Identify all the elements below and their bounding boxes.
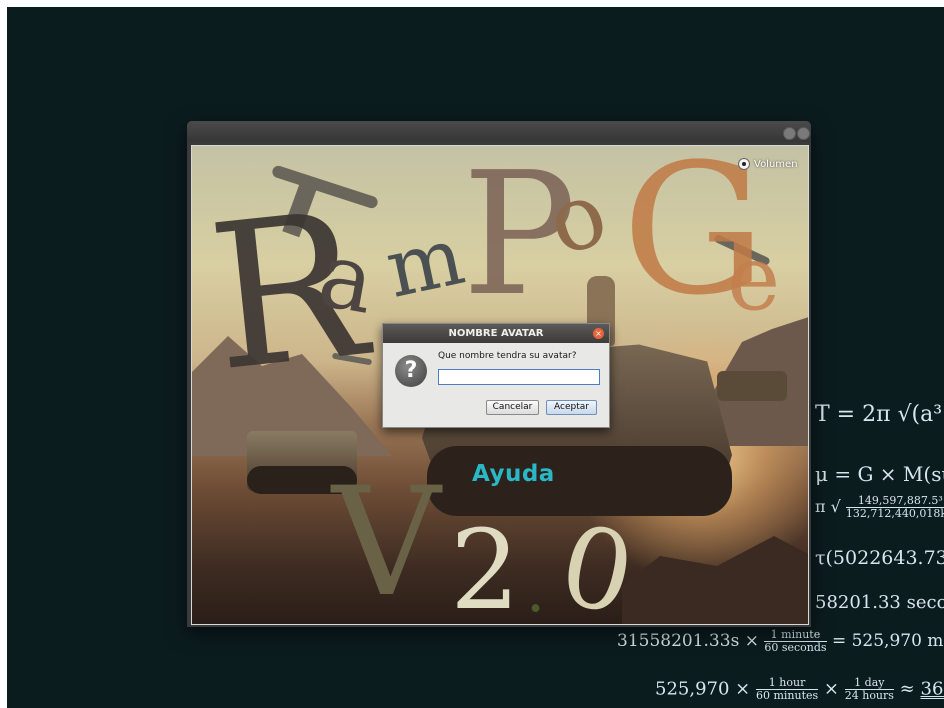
formula-days-result: 365.25: [920, 678, 944, 700]
logo-letter-e: e: [727, 226, 781, 331]
formula-substitution-prefix: π √: [815, 497, 841, 517]
dialog-message: Que nombre tendra su avatar?: [438, 351, 577, 361]
volume-label: Volumen: [754, 158, 798, 170]
volume-radio-icon[interactable]: [738, 158, 750, 170]
formula-minutes-right: = 525,970 minutes: [831, 631, 944, 652]
volume-toggle[interactable]: Volumen: [738, 158, 798, 170]
formula-days: 525,970 × 1 hour 60 minutes × 1 day 24 h…: [655, 676, 944, 703]
avatar-name-input[interactable]: [438, 369, 600, 385]
question-icon: ?: [395, 355, 427, 387]
formula-minutes-denominator: 60 seconds: [764, 641, 827, 655]
formula-substitution-fraction: 149,597,887.5³ km 132,712,440,018km³ s²: [845, 494, 944, 521]
formula-days-fraction-days: 1 day 24 hours: [844, 676, 894, 703]
window-titlebar[interactable]: [187, 121, 811, 142]
formula-substitution-denominator: 132,712,440,018km³ s²: [845, 507, 944, 521]
formula-days-mid: ×: [823, 678, 839, 700]
logo-version-dot: .: [526, 556, 546, 625]
accept-button[interactable]: Aceptar: [546, 400, 597, 415]
formula-seconds: 58201.33 seconds: [815, 592, 944, 613]
formula-orbital-period: T = 2π √(a³ / μ): [815, 402, 944, 427]
truck: [717, 371, 787, 401]
formula-days-left: 525,970 ×: [655, 678, 751, 700]
formula-tau: τ(5022643.737)s: [815, 547, 944, 569]
formula-days-den1: 60 minutes: [755, 689, 819, 703]
logo-version-2: 2: [450, 506, 520, 625]
close-icon[interactable]: [797, 127, 810, 140]
logo-version-v: V: [332, 456, 441, 625]
formula-days-fraction-hours: 1 hour 60 minutes: [755, 676, 819, 703]
help-button[interactable]: Ayuda: [472, 461, 555, 487]
formula-minutes: 31558201.33s × 1 minute 60 seconds = 525…: [617, 628, 944, 655]
formula-minutes-left: 31558201.33s ×: [617, 631, 759, 652]
cancel-button[interactable]: Cancelar: [486, 400, 539, 415]
formula-substitution: π √ 149,597,887.5³ km 132,712,440,018km³…: [815, 494, 944, 521]
dialog-close-icon[interactable]: ×: [593, 328, 604, 339]
formula-minutes-fraction: 1 minute 60 seconds: [764, 628, 827, 655]
minimize-icon[interactable]: [783, 127, 796, 140]
avatar-name-dialog: NOMBRE AVATAR × ? Que nombre tendra su a…: [382, 323, 610, 428]
formula-days-approx: ≈: [899, 678, 915, 700]
formula-mu: μ = G × M(sun): [815, 462, 944, 486]
formula-days-den2: 24 hours: [844, 689, 894, 703]
dialog-title[interactable]: NOMBRE AVATAR: [383, 324, 609, 343]
logo-letter-m: m: [378, 209, 472, 316]
